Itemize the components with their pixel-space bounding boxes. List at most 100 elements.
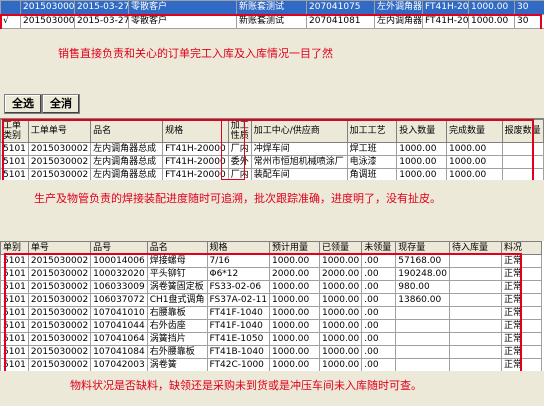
cell: .00 (361, 306, 397, 320)
cell: 107042003 (90, 358, 148, 372)
cell: 正常 (500, 293, 542, 307)
col-header[interactable]: 加工中心/供应商 (250, 119, 348, 143)
cell: .00 (361, 345, 397, 359)
table-row[interactable]: 5101 2015030002 107042003 涡卷簧 FT42C-1000 1000… (0, 358, 542, 372)
col-header[interactable]: 工单类别 (0, 119, 29, 143)
col-header[interactable]: 单别 (0, 241, 29, 255)
cell: FT41F-1040 (206, 306, 271, 320)
spec-cell: FT41H-20000 (422, 14, 469, 29)
cell: 100032020 (90, 267, 148, 281)
cell: 1000.00 (319, 319, 363, 333)
cell: 5101 (0, 142, 29, 156)
spec-cell: FT41H-20000 (422, 0, 469, 15)
cell (395, 319, 450, 333)
cell: 1000.00 (269, 306, 321, 320)
customer-cell: 零散客户 (128, 0, 237, 15)
cell: FT41F-1040 (206, 319, 271, 333)
cell: 5101 (0, 293, 29, 307)
row-check[interactable]: √ (0, 14, 21, 29)
table-row[interactable]: 5101 2015030002 107041064 涡簧挡片 FT41E-1050 100… (0, 332, 542, 346)
col-header[interactable]: 投入数量 (396, 119, 448, 143)
cell: 1000.00 (319, 293, 363, 307)
cell: .00 (361, 267, 397, 281)
cell: 107041044 (90, 319, 148, 333)
table-row[interactable]: 5101 2015030002 左内调角器总成 FT41H-20000 委外 常… (0, 155, 544, 169)
cell: 正常 (500, 332, 542, 346)
cell: 1000.00 (319, 345, 363, 359)
cell: CH1盘式调角 (146, 293, 208, 307)
row-check[interactable] (0, 0, 21, 15)
cell: 2015030002 (27, 319, 92, 333)
table-row[interactable]: 5101 2015030002 106037072 CH1盘式调角 FS37A-02-1… (0, 293, 542, 307)
cell: 5101 (0, 332, 29, 346)
cell: 7/16 (206, 254, 271, 268)
col-header[interactable]: 品名 (146, 241, 208, 255)
sales-note: 销售直接负责和关心的订单完工入库及入库情况一目了然 (58, 47, 333, 60)
cell: .00 (361, 358, 397, 372)
col-header[interactable]: 规格 (206, 241, 271, 255)
product-cell: 左内调角器 (374, 14, 423, 29)
col-header[interactable]: 加工性质 (227, 119, 252, 143)
col-header[interactable]: 工单单号 (27, 119, 92, 143)
cell: 冲焊车间 (250, 142, 348, 156)
cell: 2015030002 (27, 142, 92, 156)
cell: 厂内 (227, 142, 252, 156)
table-row[interactable]: 5101 2015030002 左内调角器总成 FT41H-20000 厂内 冲… (0, 142, 544, 156)
cell: FT41H-20000 (162, 155, 229, 169)
cell: 1000.00 (446, 142, 503, 156)
col-header[interactable]: 待入库量 (448, 241, 502, 255)
cell: 5101 (0, 319, 29, 333)
order-date-cell: 2015-03-27 (74, 0, 129, 15)
col-header[interactable]: 已领量 (319, 241, 363, 255)
col-header[interactable]: 现存量 (395, 241, 450, 255)
work-order-grid: 工单类别 工单单号 品名 规格 加工性质 加工中心/供应商 加工工艺 投入数量 … (0, 119, 544, 182)
cell (501, 155, 544, 169)
cell: 2015030002 (27, 358, 92, 372)
order-row[interactable]: √ 2015030001 2015-03-27 零散客户 新账套测试 20704… (0, 14, 544, 29)
select-all-button[interactable]: 全选 (4, 94, 42, 114)
cell: .00 (361, 319, 397, 333)
order-row[interactable]: 2015030001 2015-03-27 零散客户 新账套测试 2070410… (0, 0, 544, 15)
deselect-all-button[interactable]: 全消 (42, 94, 80, 114)
col-header[interactable]: 料况 (500, 241, 542, 255)
cell (395, 306, 450, 320)
cell (448, 319, 502, 333)
cell: 106033009 (90, 280, 148, 294)
material-grid-area: 单别 单号 品号 品名 规格 预计用量 已领量 未领量 现存量 待入库量 料况 … (0, 241, 544, 372)
cell: 正常 (500, 306, 542, 320)
cell: 190248.00 (395, 267, 450, 281)
table-row[interactable]: 5101 2015030002 107041044 右外齿座 FT41F-1040 100… (0, 319, 542, 333)
cell: 100014006 (90, 254, 148, 268)
cell: 1000.00 (269, 254, 321, 268)
col-header[interactable]: 加工工艺 (346, 119, 398, 143)
col-header[interactable]: 品号 (90, 241, 148, 255)
cell: FT41B-1040 (206, 345, 271, 359)
order-item-cell: 207041075 (306, 0, 375, 15)
cell (448, 267, 502, 281)
col-header[interactable]: 单号 (27, 241, 92, 255)
table-row[interactable]: 5101 2015030002 106033009 涡卷簧固定板 FS33-02-06 1… (0, 280, 542, 294)
cell: 1000.00 (396, 142, 448, 156)
col-header[interactable]: 报废数量 (501, 119, 544, 143)
col-header[interactable]: 预计用量 (269, 241, 321, 255)
col-header[interactable]: 完成数量 (446, 119, 503, 143)
table-row[interactable]: 5101 2015030002 100014006 焊接螺母 7/16 1000.00 10… (0, 254, 542, 268)
cell: 1000.00 (269, 345, 321, 359)
cell: 正常 (500, 254, 542, 268)
cell: 2015030002 (27, 332, 92, 346)
cell: 2000.00 (269, 267, 321, 281)
col-header[interactable]: 未领量 (361, 241, 397, 255)
table-row[interactable]: 5101 2015030002 107041010 右腰靠板 FT41F-1040 100… (0, 306, 542, 320)
work-order-grid-area: 工单类别 工单单号 品名 规格 加工性质 加工中心/供应商 加工工艺 投入数量 … (0, 118, 544, 182)
table-row[interactable]: 5101 2015030002 107041084 右外腰靠板 FT41B-1040 10… (0, 345, 542, 359)
cell: 1000.00 (269, 319, 321, 333)
grid-header: 单别 单号 品号 品名 规格 预计用量 已领量 未领量 现存量 待入库量 料况 (0, 241, 542, 255)
col-header[interactable]: 规格 (162, 119, 229, 143)
col-header[interactable]: 品名 (90, 119, 164, 143)
production-note-panel: 生产及物管负责的焊接装配进度随时可追溯，批次跟踪准确，进度明了，没有扯皮。 (0, 180, 544, 240)
cell: 5101 (0, 306, 29, 320)
table-row[interactable]: 5101 2015030002 100032020 平头铆钉 Φ6*12 2000.00 2… (0, 267, 542, 281)
cell: 5101 (0, 280, 29, 294)
cell: FT41H-20000 (162, 142, 229, 156)
cell: 2015030002 (27, 345, 92, 359)
